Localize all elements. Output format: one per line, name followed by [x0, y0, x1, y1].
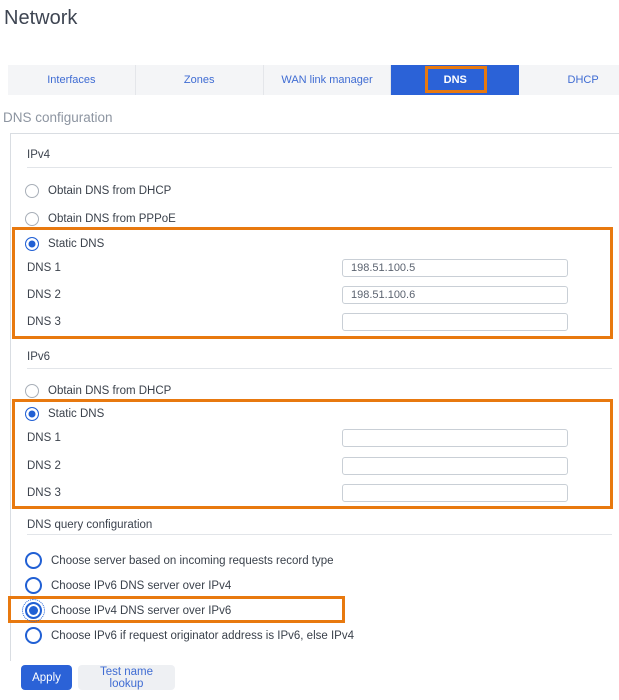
- ipv6-section-rule: [27, 368, 612, 369]
- tab-wan-link-manager[interactable]: WAN link manager: [264, 65, 392, 95]
- query-option-ipv6-over-ipv4[interactable]: Choose IPv6 DNS server over IPv4: [25, 577, 231, 594]
- radio-selected-icon[interactable]: [25, 407, 39, 421]
- tab-interfaces[interactable]: Interfaces: [8, 65, 136, 95]
- ipv4-section-heading: IPv4: [27, 149, 50, 161]
- radio-label: Obtain DNS from DHCP: [48, 185, 171, 197]
- radio-label: Obtain DNS from PPPoE: [48, 213, 176, 225]
- ipv6-dns1-label: DNS 1: [27, 432, 61, 444]
- tab-dhcp[interactable]: DHCP: [519, 65, 619, 95]
- highlight-box-dns-tab: [425, 66, 487, 93]
- radio-unselected-icon[interactable]: [25, 627, 42, 644]
- radio-selected-icon[interactable]: [25, 602, 42, 619]
- dns-query-section-rule: [27, 534, 612, 535]
- radio-label: Choose IPv6 DNS server over IPv4: [51, 580, 231, 592]
- ipv4-option-static-dns[interactable]: Static DNS: [25, 237, 104, 251]
- ipv4-dns2-label: DNS 2: [27, 289, 61, 301]
- radio-label: Choose IPv6 if request originator addres…: [51, 630, 354, 642]
- ipv4-dns2-input[interactable]: [342, 286, 568, 304]
- radio-label: Choose server based on incoming requests…: [51, 555, 334, 567]
- radio-unselected-icon[interactable]: [25, 577, 42, 594]
- ipv6-section-heading: IPv6: [27, 351, 50, 363]
- radio-unselected-icon[interactable]: [25, 184, 39, 198]
- ipv6-dns2-label: DNS 2: [27, 460, 61, 472]
- dns-configuration-title: DNS configuration: [3, 110, 113, 125]
- ipv4-dns3-label: DNS 3: [27, 316, 61, 328]
- tab-dns[interactable]: DNS: [391, 65, 519, 95]
- apply-button[interactable]: Apply: [21, 665, 72, 690]
- radio-unselected-icon[interactable]: [25, 552, 42, 569]
- ipv6-dns1-input[interactable]: [342, 429, 568, 447]
- ipv4-section-rule: [27, 167, 612, 168]
- dns-query-section-heading: DNS query configuration: [27, 519, 152, 531]
- ipv4-option-obtain-dhcp[interactable]: Obtain DNS from DHCP: [25, 184, 171, 198]
- radio-unselected-icon[interactable]: [25, 212, 39, 226]
- ipv6-dns2-input[interactable]: [342, 457, 568, 475]
- radio-label: Static DNS: [48, 408, 104, 420]
- query-option-originator-address[interactable]: Choose IPv6 if request originator addres…: [25, 627, 354, 644]
- test-name-lookup-button[interactable]: Test name lookup: [78, 665, 175, 690]
- ipv6-dns3-label: DNS 3: [27, 487, 61, 499]
- ipv4-option-obtain-pppoe[interactable]: Obtain DNS from PPPoE: [25, 212, 176, 226]
- tab-zones[interactable]: Zones: [136, 65, 264, 95]
- radio-label: Choose IPv4 DNS server over IPv6: [51, 605, 231, 617]
- page-title: Network: [4, 7, 77, 30]
- radio-unselected-icon[interactable]: [25, 384, 39, 398]
- ipv6-option-obtain-dhcp[interactable]: Obtain DNS from DHCP: [25, 384, 171, 398]
- query-option-record-type[interactable]: Choose server based on incoming requests…: [25, 552, 334, 569]
- tab-bar: Interfaces Zones WAN link manager DNS DH…: [8, 65, 619, 95]
- ipv6-option-static-dns[interactable]: Static DNS: [25, 407, 104, 421]
- query-option-ipv4-over-ipv6[interactable]: Choose IPv4 DNS server over IPv6: [25, 602, 231, 619]
- radio-label: Static DNS: [48, 238, 104, 250]
- ipv4-dns1-input[interactable]: [342, 259, 568, 277]
- radio-selected-icon[interactable]: [25, 237, 39, 251]
- ipv6-dns3-input[interactable]: [342, 484, 568, 502]
- radio-label: Obtain DNS from DHCP: [48, 385, 171, 397]
- ipv4-dns3-input[interactable]: [342, 313, 568, 331]
- ipv4-dns1-label: DNS 1: [27, 262, 61, 274]
